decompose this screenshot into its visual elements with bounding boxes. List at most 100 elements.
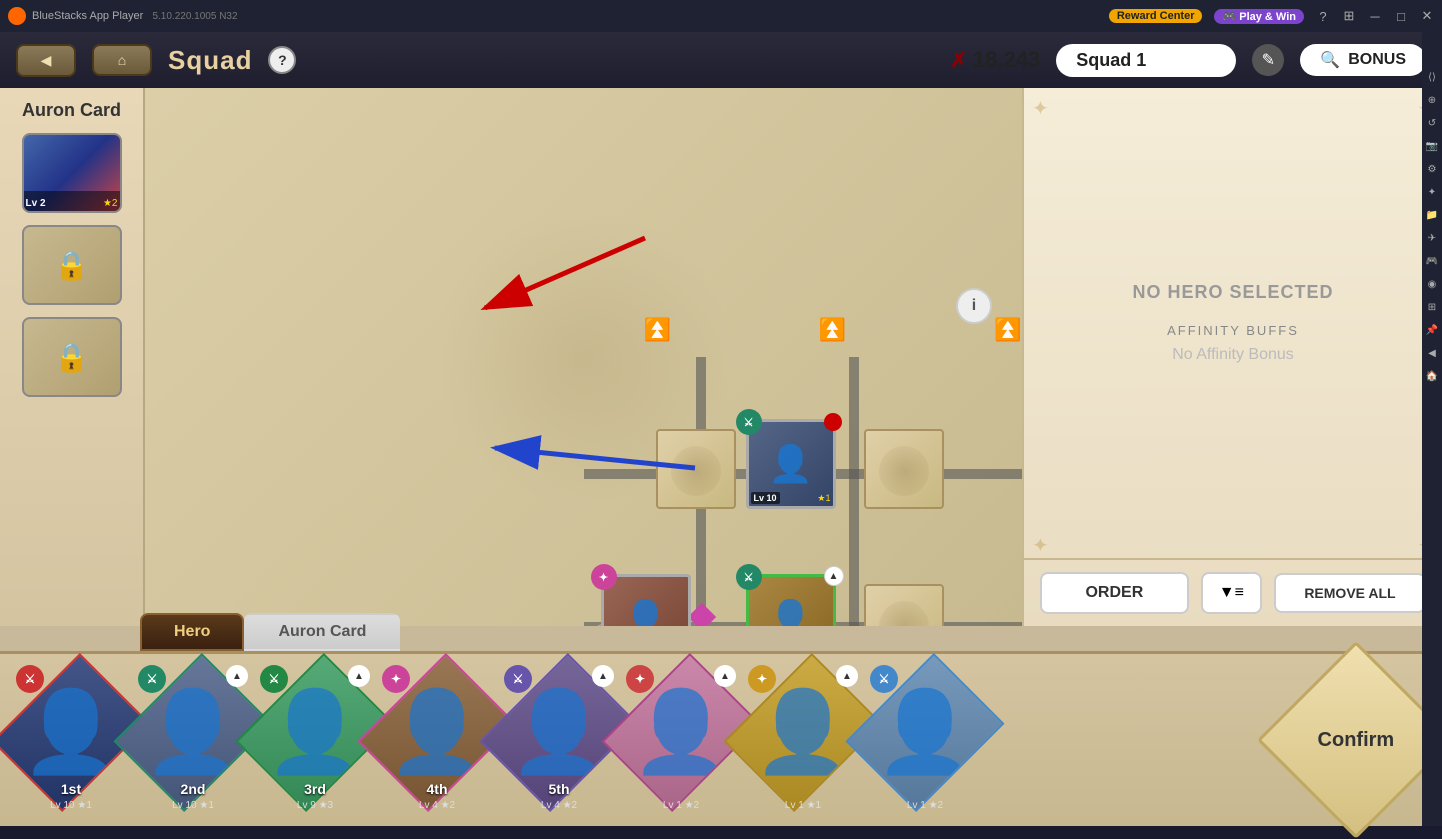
bonus-button[interactable]: 🔍 BONUS [1300, 44, 1426, 76]
squad-selector[interactable]: Squad 1 [1056, 44, 1236, 77]
minimize-btn[interactable]: ─ [1368, 9, 1382, 23]
tray-badge-4: ✦ [382, 665, 410, 693]
currency-icon: ✗ [950, 48, 967, 73]
badge-red-0-1 [824, 413, 842, 431]
badge-teal-1-1: ⚔ [736, 564, 762, 590]
right-panel: ✦ ✦ ✦ ✦ NO HERO SELECTED AFFINITY BUFFS … [1022, 88, 1442, 626]
confirm-button[interactable]: Confirm [1257, 641, 1442, 839]
tray-hero-6[interactable]: 👤 ✦ ▲ Lv 1 ★2 [626, 665, 736, 815]
no-hero-text: NO HERO SELECTED [1132, 282, 1333, 303]
up-arrow-middle: ⏫ [819, 317, 846, 343]
home-icon: ⌂ [118, 52, 126, 68]
sidebar-icon-13[interactable]: 🏠 [1426, 371, 1438, 382]
sidebar-icon-4[interactable]: ⚙ [1428, 164, 1437, 175]
badge-pink-1-0: ✦ [591, 564, 617, 590]
sidebar-icon-2[interactable]: ↺ [1428, 118, 1436, 129]
tab-auron[interactable]: Auron Card [244, 613, 400, 651]
grid-cell-0-2[interactable] [864, 429, 944, 509]
tray-level-2: Lv 10 ★1 [138, 800, 248, 811]
app-name: BlueStacks App Player 5.10.220.1005 N32 [32, 10, 1109, 22]
help-btn[interactable]: ? [1316, 9, 1330, 23]
tray-level-1: Lv 10 ★1 [16, 800, 126, 811]
affinity-section: AFFINITY BUFFS No Affinity Bonus [1044, 323, 1422, 364]
tray-hero-2[interactable]: 👤 ⚔ ▲ 2nd Lv 10 ★1 [138, 665, 248, 815]
sidebar-icon-3[interactable]: 📷 [1426, 141, 1438, 152]
locked-card-1[interactable]: 🔒 [22, 225, 122, 305]
center-area: ⏫ ⏫ ⏫ [145, 88, 1022, 626]
edit-squad-button[interactable]: ✎ [1252, 44, 1284, 76]
tray-hero-3[interactable]: 👤 ⚔ ▲ 3rd Lv 9 ★3 [260, 665, 370, 815]
title-bar-right: Reward Center 🎮 Play & Win ? ⊞ ─ □ ✕ [1109, 9, 1434, 24]
reward-center-badge[interactable]: Reward Center [1109, 9, 1203, 23]
hero-level-badge: Lv 2 [26, 198, 46, 209]
sidebar-icon-11[interactable]: 📌 [1426, 325, 1438, 336]
play-win-badge[interactable]: 🎮 Play & Win [1214, 9, 1304, 24]
tray-hero-1[interactable]: 👤 ⚔ 1st Lv 10 ★1 [16, 665, 126, 815]
tray-level-7: Lv 1 ★1 [748, 800, 858, 811]
grid-cell-0-0[interactable] [656, 429, 736, 509]
confirm-label: Confirm [1318, 728, 1395, 751]
tray-rank-5: 5th [549, 781, 570, 797]
close-btn[interactable]: ✕ [1420, 9, 1434, 23]
back-button[interactable]: ◀ [16, 44, 76, 77]
top-nav: ◀ ⌂ Squad ? ✗ 18,243 Squad 1 ✎ 🔍 BONUS [0, 32, 1442, 88]
tray-up-2: ▲ [226, 665, 248, 687]
auron-card-hero[interactable]: Lv 2 ★2 [22, 133, 122, 213]
page-title: Squad [168, 45, 252, 76]
tray-badge-1: ⚔ [16, 665, 44, 693]
badge-up-1-1: ▲ [824, 566, 844, 586]
confirm-container: Confirm [1286, 670, 1426, 810]
home-button[interactable]: ⌂ [92, 44, 152, 76]
tab-hero[interactable]: Hero [140, 613, 244, 651]
lock-icon-2: 🔒 [54, 341, 89, 374]
tray-hero-8[interactable]: 👤 ⚔ Lv 1 ★2 [870, 665, 980, 815]
tray-badge-7: ✦ [748, 665, 776, 693]
sidebar-icon-9[interactable]: ◉ [1428, 279, 1437, 290]
sidebar-icons: ⟨⟩ ⊕ ↺ 📷 ⚙ ✦ 📁 ✈ 🎮 ◉ ⊞ 📌 ◀ 🏠 [1422, 32, 1442, 826]
filter-icon: ▼≡ [1219, 584, 1244, 602]
tray-rank-2: 2nd [181, 781, 206, 797]
tray-badge-5: ⚔ [504, 665, 532, 693]
back-icon: ◀ [41, 52, 52, 69]
settings-icon[interactable]: ⊞ [1342, 9, 1356, 23]
sidebar-icon-1[interactable]: ⊕ [1428, 95, 1436, 106]
tray-up-3: ▲ [348, 665, 370, 687]
pencil-icon: ✎ [1262, 50, 1275, 70]
hero-slot-0-1[interactable]: 👤 Lv 10 ★1 ⚔ [746, 419, 836, 509]
title-bar: BlueStacks App Player 5.10.220.1005 N32 … [0, 0, 1442, 32]
tray-hero-7[interactable]: 👤 ✦ ▲ Lv 1 ★1 [748, 665, 858, 815]
tray-hero-5[interactable]: 👤 ⚔ ▲ 5th Lv 4 ★2 [504, 665, 614, 815]
locked-card-2[interactable]: 🔒 [22, 317, 122, 397]
restore-btn[interactable]: □ [1394, 9, 1408, 23]
sidebar-title: Auron Card [22, 100, 121, 121]
affinity-value: No Affinity Bonus [1044, 346, 1422, 364]
affinity-label: AFFINITY BUFFS [1044, 323, 1422, 338]
sidebar-icon-12[interactable]: ◀ [1428, 348, 1436, 359]
hero-star-badge: ★2 [103, 198, 118, 209]
sidebar-expand-icon[interactable]: ⟨⟩ [1428, 72, 1436, 83]
sidebar-icon-10[interactable]: ⊞ [1428, 302, 1436, 313]
tray-level-6: Lv 1 ★2 [626, 800, 736, 811]
left-sidebar: Auron Card Lv 2 ★2 🔒 🔒 [0, 88, 145, 626]
sidebar-icon-7[interactable]: ✈ [1428, 233, 1436, 244]
sidebar-icon-8[interactable]: 🎮 [1426, 256, 1438, 267]
lock-icon-1: 🔒 [54, 249, 89, 282]
tray-level-5: Lv 4 ★2 [504, 800, 614, 811]
app-area: ◀ ⌂ Squad ? ✗ 18,243 Squad 1 ✎ 🔍 BONUS A… [0, 32, 1442, 826]
tray-badge-2: ⚔ [138, 665, 166, 693]
tray-hero-4[interactable]: 👤 ✦ 4th Lv 4 ★2 [382, 665, 492, 815]
up-arrow-left: ⏫ [644, 317, 671, 343]
tray-level-3: Lv 9 ★3 [260, 800, 370, 811]
help-button[interactable]: ? [268, 46, 296, 74]
sidebar-icon-6[interactable]: 📁 [1426, 210, 1438, 221]
tray-badge-3: ⚔ [260, 665, 288, 693]
info-button[interactable]: i [956, 288, 992, 324]
bottom-tray: 👤 ⚔ 1st Lv 10 ★1 👤 ⚔ ▲ 2nd Lv 10 ★1 👤 ⚔ … [0, 651, 1442, 826]
currency-value: 18,243 [973, 47, 1040, 73]
sidebar-icon-5[interactable]: ✦ [1428, 187, 1436, 198]
currency-display: ✗ 18,243 [950, 47, 1040, 73]
badge-teal-0-1: ⚔ [736, 409, 762, 435]
tray-up-6: ▲ [714, 665, 736, 687]
search-icon: 🔍 [1320, 50, 1340, 70]
connector-v-col2 [849, 357, 859, 626]
